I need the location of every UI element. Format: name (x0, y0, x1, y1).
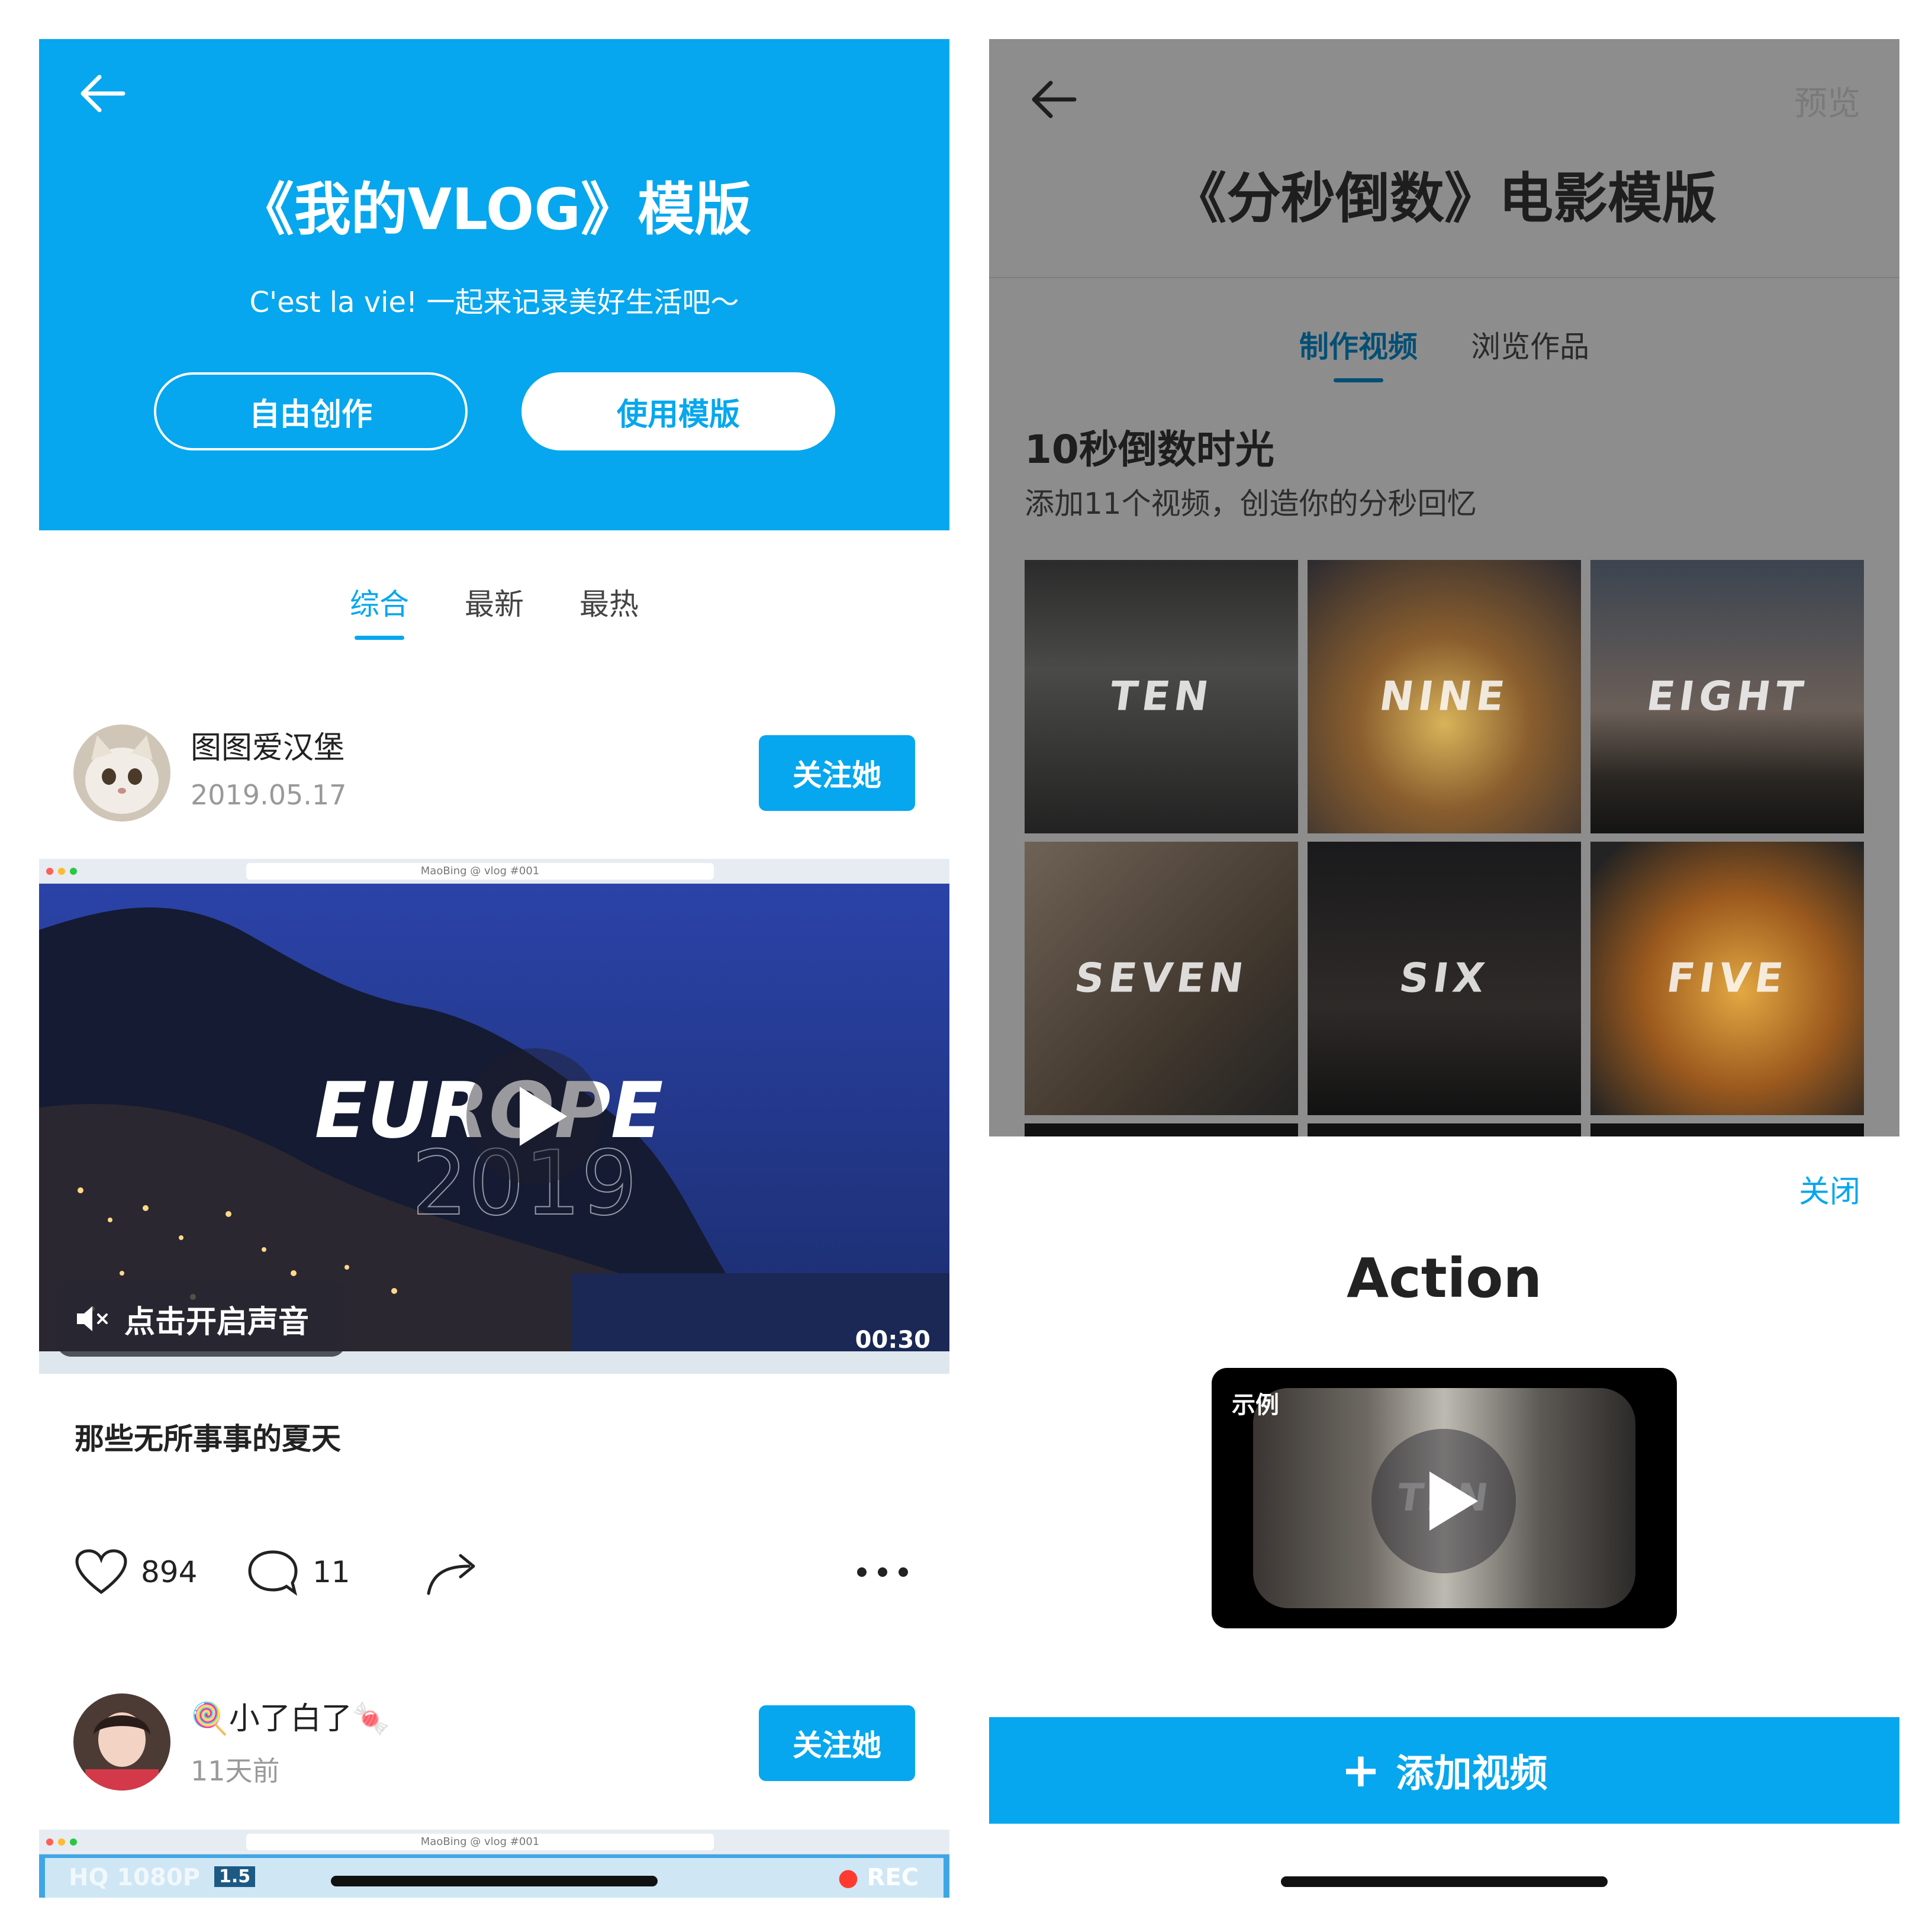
add-video-button[interactable]: + 添加视频 (989, 1717, 1899, 1824)
example-label: 示例 (1232, 1392, 1279, 1419)
comment-button[interactable]: 11 (246, 1543, 350, 1602)
grid-tile[interactable] (1025, 1123, 1298, 1136)
home-indicator (331, 1876, 658, 1886)
grid-tile[interactable]: NINE (1308, 560, 1581, 833)
play-button[interactable] (1371, 1429, 1516, 1573)
share-icon (427, 1554, 475, 1595)
section-title: 10秒倒数时光 (1025, 427, 1274, 472)
post-actions: 894 11 (75, 1543, 915, 1602)
avatar[interactable] (73, 1693, 170, 1791)
page-title: 《我的VLOG》模版 (237, 176, 752, 243)
more-button[interactable] (856, 1543, 909, 1602)
template-header: 预览 《分秒倒数》电影模版 (989, 39, 1899, 278)
close-dot-icon (46, 1838, 53, 1846)
post-time: 11天前 (191, 1755, 280, 1787)
post-time: 2019.05.17 (191, 779, 347, 811)
zoom-label: 1.5 (214, 1866, 256, 1887)
grid-tile[interactable]: TEN (1025, 560, 1298, 833)
follow-button[interactable]: 关注她 (759, 1705, 915, 1781)
minimize-dot-icon (58, 1838, 65, 1846)
grid-tile[interactable]: SEVEN (1025, 842, 1298, 1115)
back-arrow-icon[interactable] (76, 70, 129, 117)
mute-icon (77, 1306, 108, 1331)
share-button[interactable] (424, 1543, 483, 1602)
close-dot-icon (46, 868, 53, 875)
browser-bar: MaoBing @ vlog #001 (39, 859, 949, 884)
maximize-dot-icon (70, 1838, 77, 1846)
rec-label: REC (867, 1864, 919, 1891)
tile-label: SIX (1396, 955, 1492, 1002)
example-video[interactable]: TEN 示例 (1212, 1368, 1677, 1628)
hq-label: HQ 1080P (69, 1864, 201, 1891)
tile-label: TEN (1106, 673, 1216, 720)
grid-tile[interactable]: EIGHT (1590, 560, 1864, 833)
template-page-countdown: 预览 《分秒倒数》电影模版 制作视频 浏览作品 10秒倒数时光 添加11个视频，… (989, 39, 1899, 1898)
tab-latest[interactable]: 最新 (465, 581, 524, 640)
comment-count: 11 (313, 1555, 350, 1589)
section-description: 添加11个视频，创造你的分秒回忆 (1025, 487, 1477, 521)
video-player[interactable]: EUROPE 2019 MaoBing @ vlog #001 点击开启声音 0… (39, 859, 949, 1374)
play-button[interactable] (466, 1048, 603, 1184)
video-duration: 00:30 (855, 1326, 930, 1354)
minimize-dot-icon (58, 868, 65, 875)
follow-button[interactable]: 关注她 (759, 735, 915, 811)
plus-icon: + (1341, 1743, 1381, 1798)
tab-hottest[interactable]: 最热 (579, 581, 639, 640)
tile-label: FIVE (1664, 955, 1791, 1002)
free-create-button[interactable]: 自由创作 (154, 372, 468, 450)
tile-label: EIGHT (1644, 673, 1811, 720)
back-arrow-icon[interactable] (1027, 76, 1080, 123)
post-caption: 那些无所事事的夏天 (75, 1422, 341, 1456)
home-indicator (1281, 1876, 1608, 1887)
tab-comprehensive[interactable]: 综合 (350, 581, 409, 640)
tile-label: NINE (1376, 673, 1512, 720)
add-video-label: 添加视频 (1396, 1752, 1548, 1796)
template-header: 《我的VLOG》模版 C'est la vie! 一起来记录美好生活吧～ 自由创… (39, 39, 949, 530)
browser-bar: MaoBing @ vlog #001 (39, 1830, 949, 1854)
like-button[interactable]: 894 (75, 1543, 197, 1602)
template-tabs: 制作视频 浏览作品 (989, 323, 1899, 382)
grid-tile[interactable]: SIX (1308, 842, 1581, 1115)
browser-url: MaoBing @ vlog #001 (246, 1834, 714, 1850)
rec-indicator: ● REC (838, 1864, 919, 1891)
preview-link[interactable]: 预览 (1794, 77, 1860, 125)
like-count: 894 (141, 1555, 198, 1589)
sound-hint: 点击开启声音 (124, 1304, 310, 1340)
grid-tile[interactable] (1590, 1123, 1864, 1136)
sound-toggle[interactable]: 点击开启声音 (57, 1281, 346, 1357)
rec-dot-icon: ● (838, 1864, 859, 1891)
sort-tabs: 综合 最新 最热 (39, 581, 949, 652)
close-button[interactable]: 关闭 (1799, 1167, 1860, 1211)
tile-label: SEVEN (1071, 955, 1251, 1002)
video-player[interactable]: MaoBing @ vlog #001 HQ 1080P 1.5 ● REC (39, 1830, 949, 1898)
use-template-button[interactable]: 使用模版 (521, 372, 835, 450)
tab-browse-works[interactable]: 浏览作品 (1471, 323, 1589, 382)
avatar[interactable] (73, 724, 170, 822)
comment-icon (248, 1550, 298, 1596)
heart-icon (75, 1549, 127, 1595)
template-page-vlog: 《我的VLOG》模版 C'est la vie! 一起来记录美好生活吧～ 自由创… (39, 39, 949, 1898)
more-icon (857, 1567, 908, 1577)
user-name[interactable]: 图图爱汉堡 (191, 723, 344, 767)
page-title: 《分秒倒数》电影模版 (1171, 167, 1717, 230)
grid-tile[interactable]: FIVE (1590, 842, 1864, 1115)
tab-make-video[interactable]: 制作视频 (1299, 323, 1418, 382)
sheet-title: Action (1347, 1247, 1542, 1310)
page-subtitle: C'est la vie! 一起来记录美好生活吧～ (249, 286, 739, 319)
maximize-dot-icon (70, 868, 77, 875)
dimmed-background[interactable]: 预览 《分秒倒数》电影模版 制作视频 浏览作品 10秒倒数时光 添加11个视频，… (989, 39, 1899, 1136)
grid-tile[interactable] (1308, 1123, 1581, 1136)
browser-url: MaoBing @ vlog #001 (246, 863, 714, 880)
user-name[interactable]: 🍭小了白了🍬 (191, 1693, 391, 1738)
